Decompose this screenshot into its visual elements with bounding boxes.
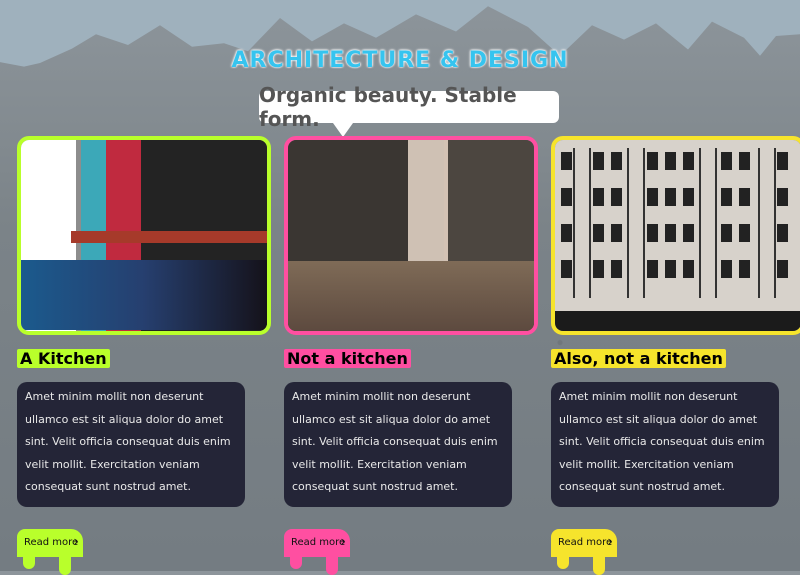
kitchen-photo <box>17 136 271 335</box>
window <box>647 152 658 170</box>
read-more-label: Read more <box>558 537 613 549</box>
window <box>721 152 732 170</box>
window <box>683 260 694 278</box>
window <box>561 152 572 170</box>
read-more-button[interactable]: Read more › <box>284 528 350 575</box>
card-description: Amet minim mollit non deserunt ullamco e… <box>284 382 512 507</box>
ruin-photo <box>284 136 538 335</box>
window <box>665 260 676 278</box>
building-photo <box>551 136 800 335</box>
read-more-label: Read more <box>24 537 79 549</box>
window <box>777 152 788 170</box>
read-more-button[interactable]: Read more › <box>17 528 83 575</box>
window <box>739 260 750 278</box>
card-kitchen: A Kitchen Amet minim mollit non deserunt… <box>17 136 271 575</box>
page-title: ARCHITECTURE & DESIGN <box>231 48 569 73</box>
sky-drips <box>0 0 800 67</box>
window <box>611 260 622 278</box>
fire-escape <box>758 148 776 298</box>
window <box>593 152 604 170</box>
card-title: Not a kitchen <box>284 349 411 368</box>
window <box>611 188 622 206</box>
fire-escape <box>699 148 717 298</box>
window <box>561 188 572 206</box>
window <box>721 224 732 242</box>
storefront <box>555 311 800 331</box>
chevron-right-icon: › <box>607 533 613 550</box>
window <box>593 260 604 278</box>
window <box>777 224 788 242</box>
window <box>777 260 788 278</box>
card-also-not-kitchen: Also, not a kitchen Amet minim mollit no… <box>551 136 800 575</box>
window <box>721 188 732 206</box>
window <box>593 188 604 206</box>
window <box>777 188 788 206</box>
fire-escape <box>573 148 591 298</box>
kitchen-counter <box>21 260 267 330</box>
kitchen-shelf <box>71 231 267 243</box>
card-description: Amet minim mollit non deserunt ullamco e… <box>551 382 779 507</box>
window <box>665 188 676 206</box>
window <box>665 224 676 242</box>
window <box>683 188 694 206</box>
card-title: A Kitchen <box>17 349 110 368</box>
chevron-right-icon: › <box>73 533 79 550</box>
window <box>721 260 732 278</box>
window <box>611 224 622 242</box>
read-more-label: Read more <box>291 537 346 549</box>
card-title: Also, not a kitchen <box>551 349 726 368</box>
window <box>683 224 694 242</box>
fire-escape <box>627 148 645 298</box>
subtitle: Organic beauty. Stable form. <box>259 83 517 131</box>
window <box>739 188 750 206</box>
window <box>739 152 750 170</box>
window <box>647 188 658 206</box>
card-description: Amet minim mollit non deserunt ullamco e… <box>17 382 245 507</box>
window <box>647 224 658 242</box>
read-more-button[interactable]: Read more › <box>551 528 617 575</box>
subtitle-speech-bubble: Organic beauty. Stable form. <box>259 83 559 137</box>
window <box>665 152 676 170</box>
window <box>593 224 604 242</box>
card-not-kitchen: Not a kitchen Amet minim mollit non dese… <box>284 136 538 575</box>
window <box>647 260 658 278</box>
window <box>739 224 750 242</box>
window <box>683 152 694 170</box>
window <box>561 224 572 242</box>
window <box>561 260 572 278</box>
ruin-floor <box>288 261 534 331</box>
window <box>611 152 622 170</box>
chevron-right-icon: › <box>340 533 346 550</box>
